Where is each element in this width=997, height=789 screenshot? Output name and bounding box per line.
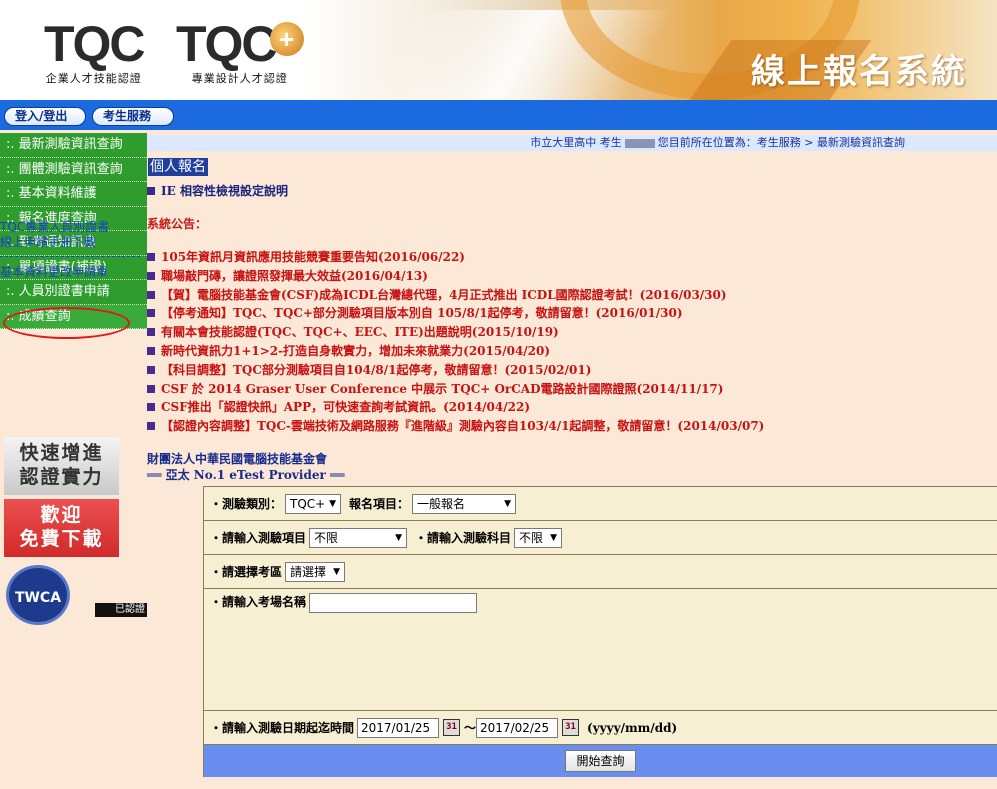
top-nav-bar: 登入/登出 考生服務 [0, 100, 997, 130]
chevron-down-icon: ▼ [550, 532, 558, 543]
organization-slogan: ══ 亞太 No.1 eTest Provider ══ [147, 468, 345, 482]
promo-banner-skills[interactable]: 快速增進 認證實力 [4, 437, 119, 495]
sidebar-divider [0, 256, 140, 257]
news-item[interactable]: 【停考通知】TQC、TQC+部分測驗項目版本別自 105/8/1起停考，敬請留意… [147, 304, 764, 323]
tqc-plus-logo-caption: 專業設計人才認證 [191, 72, 288, 85]
user-school: 市立大里高中 考生 [530, 136, 622, 149]
exam-subject-label: ‧請輸入測驗科目 [415, 531, 512, 545]
exam-region-label: ‧請選擇考區 [210, 565, 283, 579]
announcement-heading: 系統公告： [147, 217, 208, 231]
venue-name-input[interactable] [309, 593, 478, 613]
profile-change-form-link[interactable]: 基本資料更改申請單 [0, 265, 147, 280]
promo-text: 歡迎 [40, 504, 83, 526]
square-bullet-icon [147, 187, 155, 195]
tqc-logo-mark: TQC [44, 16, 146, 72]
tqc-logo: TQC 企業人才技能認證 [44, 16, 146, 86]
registration-type-select[interactable]: 一般報名 ▼ [412, 493, 517, 514]
exam-category-select[interactable]: TQC+ ▼ [285, 493, 342, 514]
twca-seal-icon[interactable]: TWCA [6, 565, 70, 625]
main-content: 市立大里高中 考生 您目前所在位置為：考生服務 > 最新測驗資訊查詢 個人報名 I… [147, 130, 997, 789]
square-bullet-icon [147, 403, 155, 412]
sidebar-item-group-exam-info[interactable]: :. 團體測驗資訊查詢 [0, 157, 147, 182]
promo-text: 快速增進 [19, 442, 104, 464]
news-item[interactable]: CSF推出「認證快訊」APP，可快速查詢考試資訊。(2014/04/22) [147, 398, 764, 417]
promo-text: 免費下載 [19, 528, 104, 550]
tqc-plus-logo-mark: TQC + [176, 19, 304, 69]
news-item[interactable]: 新時代資訊力1+1>2-打造自身軟實力，增加未來就業力(2015/04/20) [147, 342, 764, 361]
exam-item-select[interactable]: 不限 ▼ [309, 527, 408, 548]
venue-name-label: ‧請輸入考場名稱 [210, 595, 307, 609]
breadcrumb-prefix: 您目前所在位置為：考生服務 > [657, 136, 814, 149]
square-bullet-icon [147, 365, 155, 374]
square-bullet-icon [147, 253, 155, 261]
ie-compat-link[interactable]: IE 相容性檢視設定說明 [147, 182, 288, 199]
promo-text: 認證實力 [19, 466, 104, 488]
start-date-input[interactable]: 2017/01/25 [357, 717, 440, 738]
exam-item-label: ‧請輸入測驗項目 [210, 531, 307, 545]
start-query-button[interactable]: 開始查詢 [565, 750, 636, 772]
chevron-down-icon: ▼ [504, 498, 512, 509]
promo-banner-download[interactable]: 歡迎 免費下載 [4, 499, 119, 557]
form-row-date: ‧請輸入測驗日期起迄時間 2017/01/25 31 ～ 2017/02/25 … [203, 711, 997, 745]
form-actions: 開始查詢 [203, 745, 997, 777]
form-row-venue: ‧請輸入考場名稱 [203, 589, 997, 711]
search-form: ‧測驗類別： TQC+ ▼ 報名項目： 一般報名 ▼ ‧請輸入測驗項目 不限 ▼ ‧請… [203, 486, 997, 777]
form-row-subject: ‧請輸入測驗項目 不限 ▼ ‧請輸入測驗科目 不限 ▼ [203, 521, 997, 555]
chevron-down-icon: ▼ [329, 498, 337, 509]
page-title: 個人報名 [148, 158, 208, 176]
sidebar-item-personnel-certificate[interactable]: :. 人員別證書申請 [0, 280, 147, 305]
sidebar-item-score-query[interactable]: :. 成績查詢 [0, 304, 147, 329]
tqc-logo-caption: 企業人才技能認證 [45, 72, 142, 85]
sidebar-links: TQC專業人員別證書 線上申請手冊下載 基本資料更改申請單 [0, 220, 147, 280]
header-banner: TQC 企業人才技能認證 TQC + 專業設計人才認證 線上報名系統 [0, 0, 997, 100]
square-bullet-icon [147, 346, 155, 355]
manual-download-link[interactable]: TQC專業人員別證書 線上申請手冊下載 [0, 220, 147, 250]
news-item[interactable]: CSF 於 2014 Graser User Conference 中展示 TQ… [147, 380, 764, 399]
organization-info: 財團法人中華民國電腦技能基金會 ══ 亞太 No.1 eTest Provide… [147, 451, 344, 483]
chevron-down-icon: ▼ [395, 532, 403, 543]
news-list: 105年資訊月資訊應用技能競賽重要告知(2016/06/22) 職場敲門磚，讓證… [147, 248, 764, 436]
sidebar-item-profile[interactable]: :. 基本資料維護 [0, 182, 147, 207]
date-format-hint: (yyyy/mm/dd) [587, 720, 678, 735]
square-bullet-icon [147, 290, 155, 299]
news-item[interactable]: 【認證內容調整】TQC-雲端技術及網路服務『進階級』測驗內容自103/4/1起調… [147, 417, 764, 436]
square-bullet-icon [147, 422, 155, 431]
system-title: 線上報名系統 [751, 52, 967, 92]
chevron-down-icon: ▼ [333, 566, 341, 577]
calendar-icon[interactable]: 31 [443, 719, 461, 736]
breadcrumb-current: 最新測驗資訊查詢 [817, 136, 905, 149]
news-item[interactable]: 有關本會技能認證(TQC、TQC+、EEC、ITE)出題說明(2015/10/1… [147, 323, 764, 342]
redacted-name [624, 138, 655, 148]
square-bullet-icon [147, 271, 155, 280]
exam-subject-select[interactable]: 不限 ▼ [514, 527, 563, 548]
organization-name: 財團法人中華民國電腦技能基金會 [147, 452, 328, 466]
certified-label: 已認證 [95, 603, 147, 617]
location-bar: 市立大里高中 考生 您目前所在位置為：考生服務 > 最新測驗資訊查詢 [147, 135, 997, 151]
exam-region-select[interactable]: 請選擇 ▼ [285, 561, 346, 582]
plus-icon: + [269, 22, 304, 56]
news-item[interactable]: 105年資訊月資訊應用技能競賽重要告知(2016/06/22) [147, 248, 764, 267]
date-range-separator: ～ [464, 721, 477, 735]
news-item[interactable]: 【賀】電腦技能基金會(CSF)成為ICDL台灣總代理，4月正式推出 ICDL國際… [147, 286, 764, 305]
form-row-region: ‧請選擇考區 請選擇 ▼ [203, 555, 997, 589]
news-item[interactable]: 職場敲門磚，讓證照發揮最大效益(2016/04/13) [147, 267, 764, 286]
sidebar-item-latest-exam-info[interactable]: :. 最新測驗資訊查詢 [0, 133, 147, 158]
login-logout-button[interactable]: 登入/登出 [4, 107, 86, 126]
date-range-label: ‧請輸入測驗日期起迄時間 [210, 721, 355, 735]
candidate-service-button[interactable]: 考生服務 [92, 107, 174, 126]
square-bullet-icon [147, 309, 155, 318]
exam-category-label: ‧測驗類別： [210, 497, 283, 511]
news-item[interactable]: 【科目調整】TQC部分測驗項目自104/8/1起停考，敬請留意！(2015/02… [147, 361, 764, 380]
tqc-plus-logo: TQC + 專業設計人才認證 [176, 19, 304, 86]
end-date-input[interactable]: 2017/02/25 [476, 717, 559, 738]
form-row-category: ‧測驗類別： TQC+ ▼ 報名項目： 一般報名 ▼ [203, 487, 997, 521]
calendar-icon[interactable]: 31 [562, 719, 580, 736]
registration-type-label: 報名項目： [349, 497, 410, 511]
square-bullet-icon [147, 328, 155, 337]
square-bullet-icon [147, 384, 155, 393]
